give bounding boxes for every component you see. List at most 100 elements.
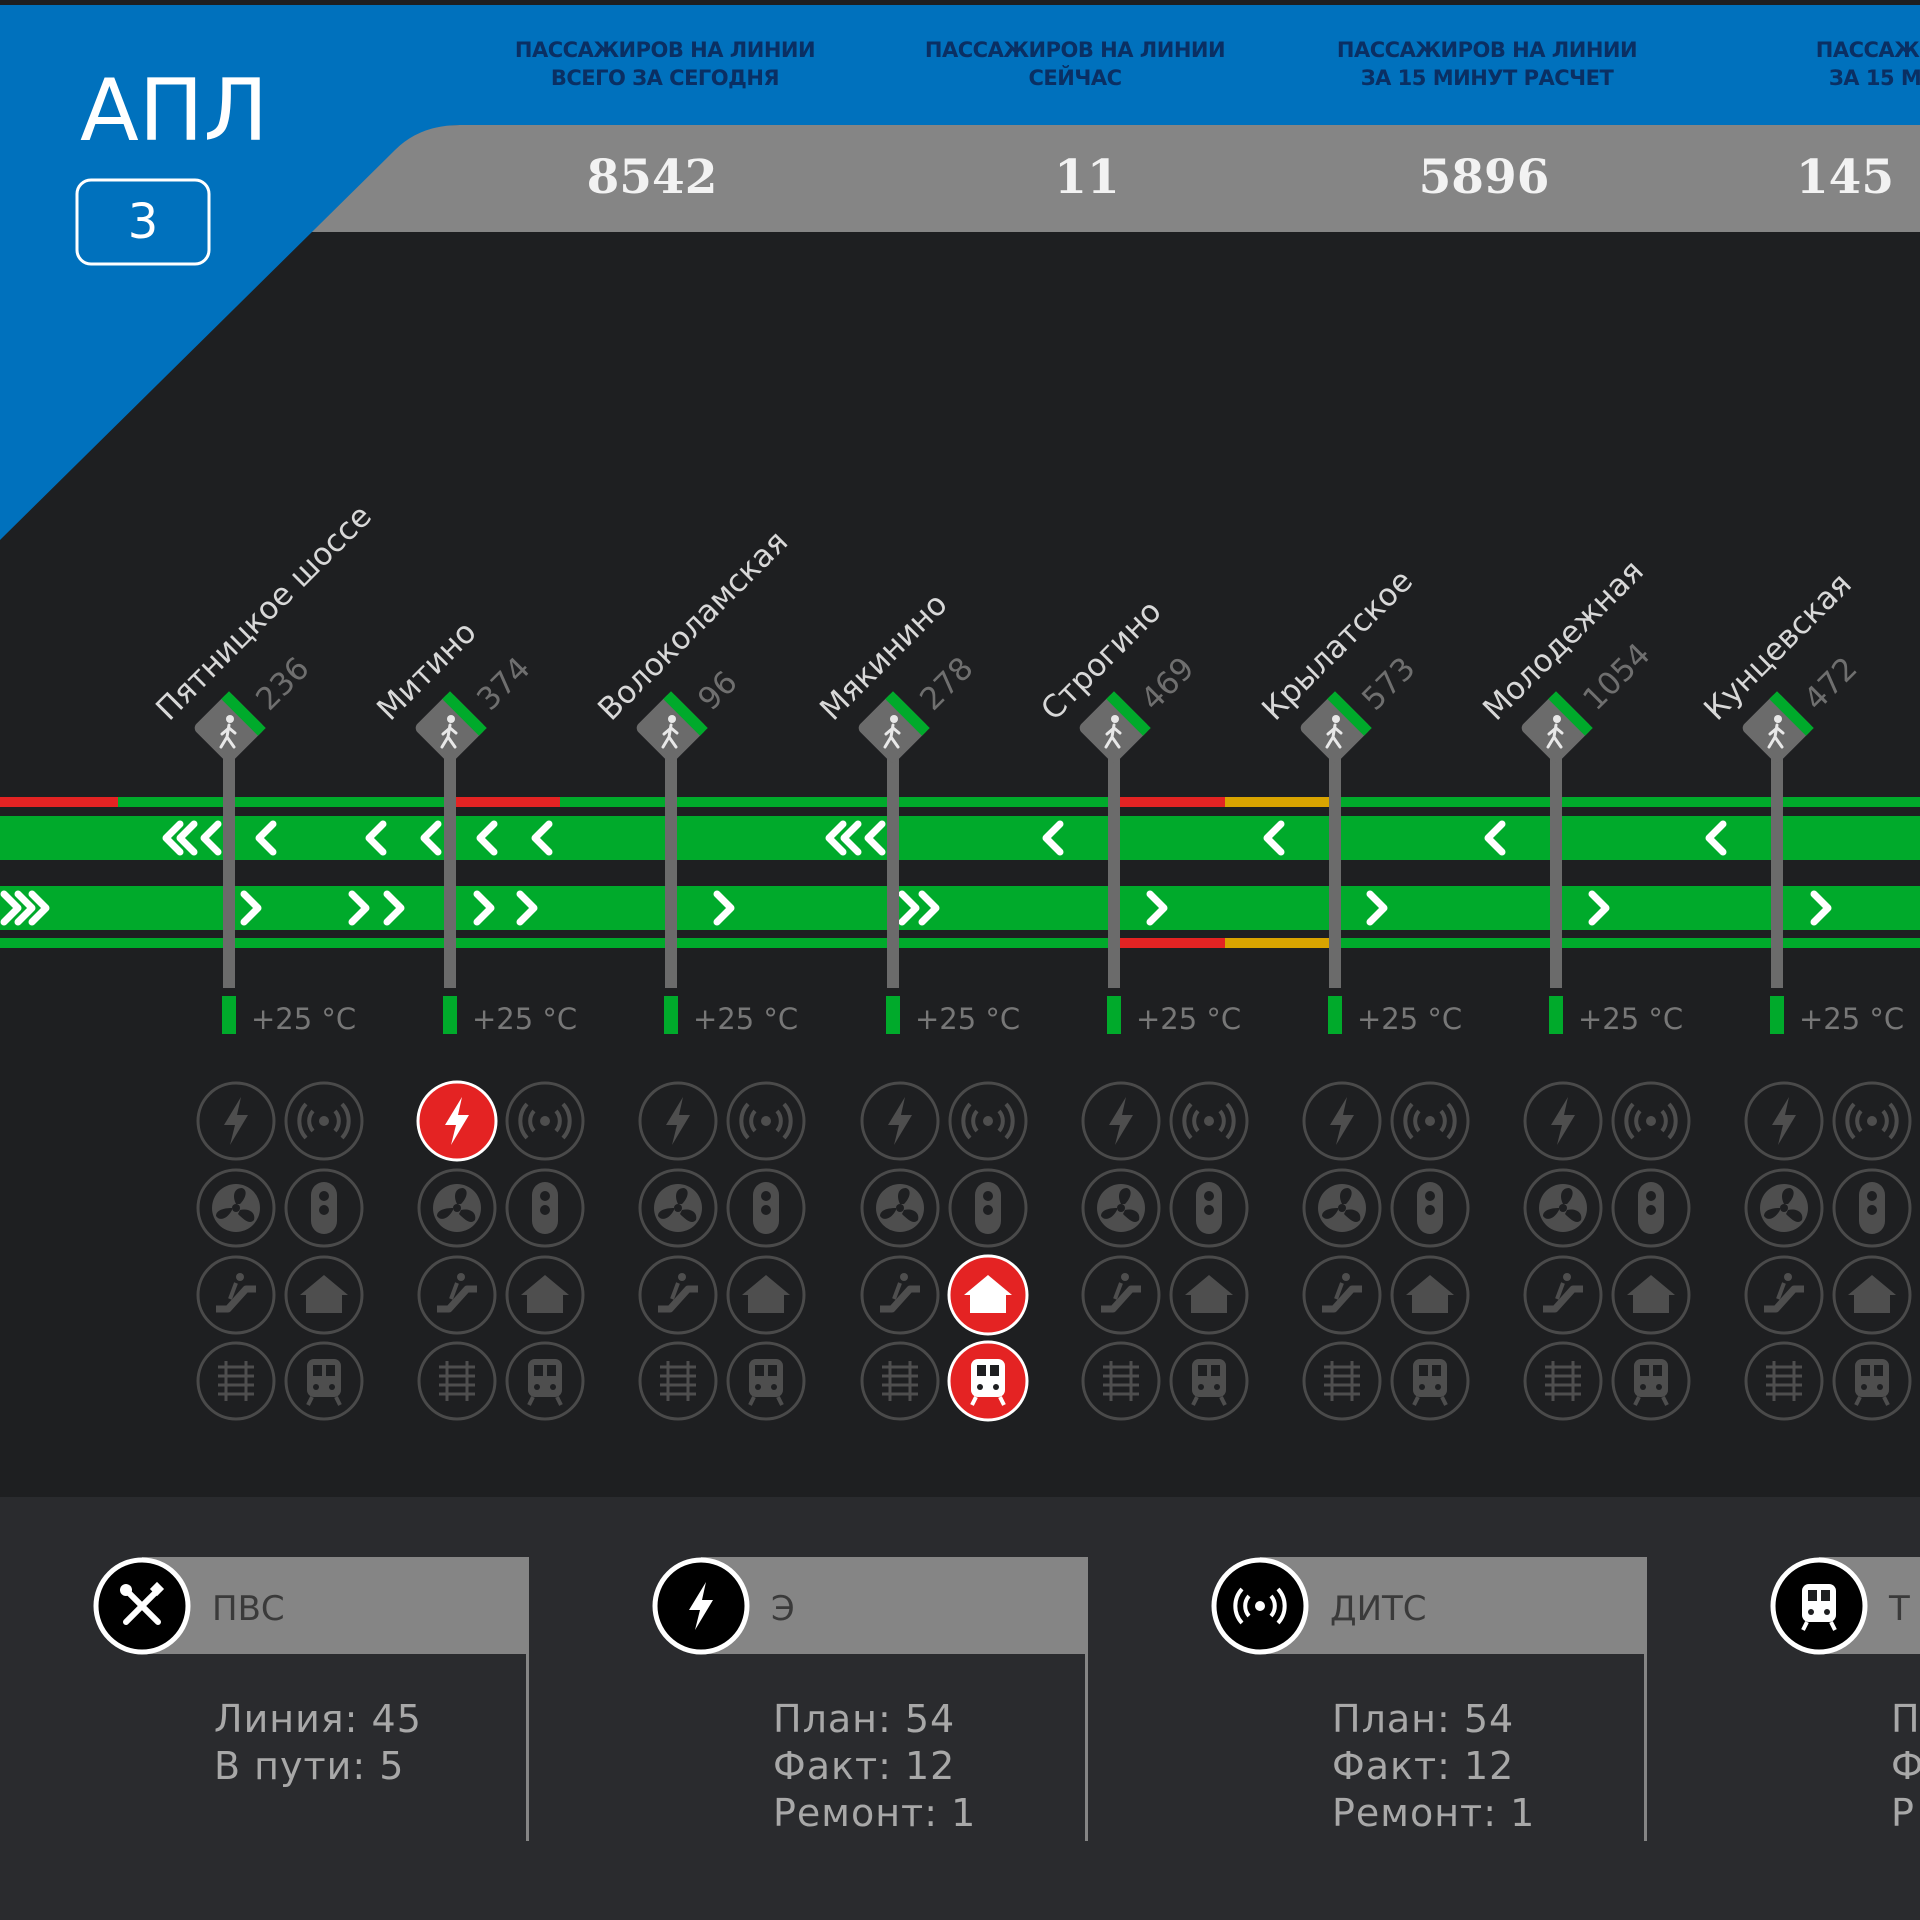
train-icon[interactable] <box>284 1341 364 1421</box>
stat-value: 11 <box>1054 150 1119 205</box>
panel-title: Э <box>771 1589 795 1629</box>
signal-icon[interactable] <box>1390 1081 1470 1161</box>
ventilation-icon[interactable] <box>860 1168 940 1248</box>
escalator-icon[interactable] <box>638 1255 718 1335</box>
temp-indicator <box>1107 996 1121 1034</box>
temp-indicator <box>443 996 457 1034</box>
escalator-icon[interactable] <box>860 1255 940 1335</box>
signal-icon[interactable] <box>284 1081 364 1161</box>
train-icon[interactable] <box>1611 1341 1691 1421</box>
temp-indicator <box>222 996 236 1034</box>
traffic-light-icon[interactable] <box>284 1168 364 1248</box>
train-icon[interactable] <box>1390 1341 1470 1421</box>
train-icon[interactable] <box>1832 1341 1912 1421</box>
traffic-light-icon[interactable] <box>1169 1168 1249 1248</box>
train-icon[interactable] <box>726 1341 806 1421</box>
stat-label-line2: ЗА 15 МИНУ <box>1829 66 1920 90</box>
building-icon[interactable] <box>1390 1255 1470 1335</box>
power-icon[interactable] <box>1081 1081 1161 1161</box>
panel-divider <box>1085 1557 1088 1841</box>
track-icon[interactable] <box>1744 1341 1824 1421</box>
traffic-light-icon[interactable] <box>1611 1168 1691 1248</box>
station-temperature: +25 °C <box>693 1002 798 1036</box>
station-label: Волоколамская <box>591 524 795 728</box>
track-icon[interactable] <box>1302 1341 1382 1421</box>
stat-label-line1: ПАССАЖИРОВ НА ЛИНИИ <box>925 38 1225 62</box>
station-3[interactable]: Волоколамская96 +25 °C <box>591 524 798 1036</box>
ventilation-icon[interactable] <box>417 1168 497 1248</box>
train-icon[interactable] <box>505 1341 585 1421</box>
panel-stat-line: План: 54 <box>773 1697 955 1741</box>
track-westbound[interactable] <box>0 816 1920 860</box>
power-icon[interactable] <box>1744 1081 1824 1161</box>
traffic-light-icon[interactable] <box>1390 1168 1470 1248</box>
track-eastbound[interactable] <box>0 886 1920 930</box>
signal-icon[interactable] <box>505 1081 585 1161</box>
station-passenger-count: 96 <box>691 664 744 717</box>
escalator-icon[interactable] <box>1302 1255 1382 1335</box>
signal-icon[interactable] <box>1169 1081 1249 1161</box>
traffic-light-icon[interactable] <box>1832 1168 1912 1248</box>
temp-indicator <box>664 996 678 1034</box>
track-icon[interactable] <box>417 1341 497 1421</box>
ventilation-icon[interactable] <box>1523 1168 1603 1248</box>
power-icon[interactable] <box>638 1081 718 1161</box>
track-icon[interactable] <box>860 1341 940 1421</box>
train-icon[interactable] <box>1169 1341 1249 1421</box>
signal-icon[interactable] <box>1832 1081 1912 1161</box>
panel-stat-line: Линия: 45 <box>214 1697 422 1741</box>
station-passenger-count: 374 <box>470 650 537 717</box>
station-7[interactable]: Молодежная1054+25 °C <box>1476 553 1683 1036</box>
signal-icon[interactable] <box>726 1081 806 1161</box>
stat-label-line1: ПАССАЖИРОВ <box>1816 38 1920 62</box>
station-1[interactable]: Пятницкое шоссе236+25 °C <box>149 498 379 1036</box>
ventilation-icon[interactable] <box>638 1168 718 1248</box>
station-4[interactable]: Мякинино278+25 °C <box>813 586 1020 1036</box>
power-icon[interactable] <box>1523 1081 1603 1161</box>
track-icon[interactable] <box>1081 1341 1161 1421</box>
power-icon[interactable] <box>196 1081 276 1161</box>
escalator-icon[interactable] <box>196 1255 276 1335</box>
track-icon[interactable] <box>1523 1341 1603 1421</box>
traffic-light-icon[interactable] <box>726 1168 806 1248</box>
escalator-icon[interactable] <box>1081 1255 1161 1335</box>
building-icon[interactable] <box>284 1255 364 1335</box>
stat-label-line2: ЗА 15 МИНУТ РАСЧЕТ <box>1361 66 1615 90</box>
station-pole <box>1771 750 1783 988</box>
station-temperature: +25 °C <box>251 1002 356 1036</box>
station-temperature: +25 °C <box>1578 1002 1683 1036</box>
ventilation-icon[interactable] <box>1744 1168 1824 1248</box>
track-icon[interactable] <box>196 1341 276 1421</box>
traffic-light-icon[interactable] <box>505 1168 585 1248</box>
track-icon[interactable] <box>638 1341 718 1421</box>
panel-stat-line: Ремонт: 1 <box>1332 1791 1535 1835</box>
power-icon[interactable] <box>416 1080 498 1162</box>
temp-indicator <box>1328 996 1342 1034</box>
power-icon[interactable] <box>860 1081 940 1161</box>
stat-label-line2: СЕЙЧАС <box>1029 65 1122 90</box>
escalator-icon[interactable] <box>1523 1255 1603 1335</box>
building-icon[interactable] <box>505 1255 585 1335</box>
panel-stat-line: Ф <box>1891 1744 1920 1788</box>
ventilation-icon[interactable] <box>1081 1168 1161 1248</box>
building-icon[interactable] <box>947 1254 1029 1336</box>
station-passenger-count: 472 <box>1797 650 1864 717</box>
escalator-icon[interactable] <box>417 1255 497 1335</box>
station-pole <box>887 750 899 988</box>
station-pole <box>444 750 456 988</box>
escalator-icon[interactable] <box>1744 1255 1824 1335</box>
train-icon[interactable] <box>947 1340 1029 1422</box>
building-icon[interactable] <box>1611 1255 1691 1335</box>
ventilation-icon[interactable] <box>1302 1168 1382 1248</box>
ventilation-icon[interactable] <box>196 1168 276 1248</box>
building-icon[interactable] <box>1169 1255 1249 1335</box>
power-icon[interactable] <box>1302 1081 1382 1161</box>
signal-icon[interactable] <box>948 1081 1028 1161</box>
building-icon[interactable] <box>726 1255 806 1335</box>
panel-header <box>142 1557 528 1654</box>
signal-icon[interactable] <box>1611 1081 1691 1161</box>
station-count-label: 374 <box>470 650 537 717</box>
building-icon[interactable] <box>1832 1255 1912 1335</box>
traffic-light-icon[interactable] <box>948 1168 1028 1248</box>
station-5[interactable]: Строгино469+25 °C <box>1034 593 1241 1036</box>
